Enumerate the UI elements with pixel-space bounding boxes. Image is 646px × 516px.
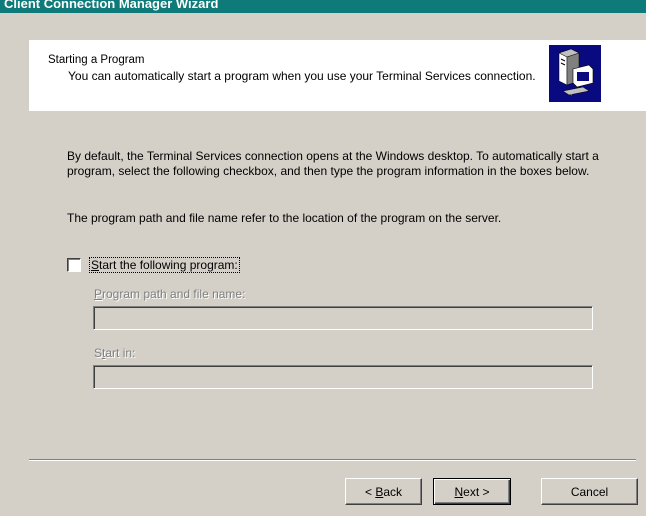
wizard-header: Starting a Program You can automatically… (29, 40, 646, 111)
label-rest: art in: (105, 346, 136, 360)
header-title: Starting a Program (48, 54, 145, 66)
next-rest: ext > (463, 484, 490, 499)
back-rest: ack (383, 484, 403, 499)
cancel-button[interactable]: Cancel (541, 478, 638, 505)
start-in-label: Start in: (94, 346, 135, 360)
label-start: S (94, 346, 103, 360)
start-program-label[interactable]: Start the following program: (89, 257, 240, 273)
title-bar: Client Connection Manager Wizard (0, 0, 646, 13)
start-in-input[interactable] (93, 365, 593, 389)
path-note-paragraph: The program path and file name refer to … (67, 211, 502, 225)
program-path-input[interactable] (93, 306, 593, 330)
start-program-checkbox[interactable] (67, 258, 81, 272)
program-path-label: Program path and file name: (94, 287, 245, 301)
label-rest: rogram path and file name: (102, 287, 246, 301)
next-button[interactable]: Next > (433, 478, 511, 505)
mnemonic: P (94, 287, 103, 301)
intro-paragraph: By default, the Terminal Services connec… (67, 149, 599, 178)
mnemonic: N (454, 484, 464, 499)
button-separator (29, 459, 636, 461)
label-rest: tart the following program: (99, 258, 238, 272)
header-description: You can automatically start a program wh… (68, 69, 536, 83)
terminal-server-icon (549, 45, 601, 102)
mnemonic: S (91, 258, 100, 272)
back-prefix: < (364, 484, 376, 499)
window-title: Client Connection Manager Wizard (4, 0, 219, 11)
back-button[interactable]: < Back (345, 478, 422, 505)
